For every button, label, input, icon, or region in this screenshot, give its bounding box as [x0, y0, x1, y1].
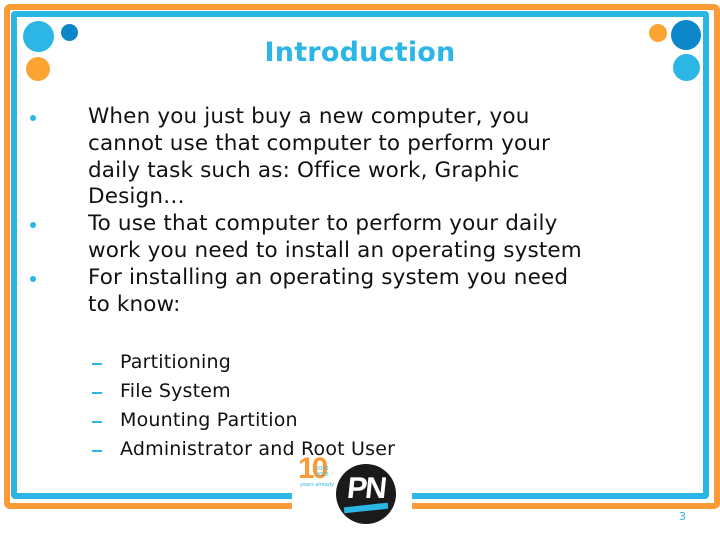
bullet-line: to know:	[88, 291, 181, 317]
bullet-line: Design…	[88, 184, 185, 210]
bullet-item: When you just buy a new computer, you ca…	[30, 104, 670, 211]
sub-bullet-item: File System	[90, 377, 395, 406]
sub-bullet-item: Partitioning	[90, 348, 395, 377]
sub-bullet-text: Administrator and Root User	[120, 438, 396, 460]
bullet-list: When you just buy a new computer, you ca…	[30, 104, 670, 318]
bullet-line: cannot use that computer to perform your	[88, 130, 551, 156]
dash-icon	[92, 450, 102, 452]
bullet-dot-icon	[30, 115, 36, 121]
anniversary-year-end: 2015	[316, 472, 329, 478]
bullet-dot-icon	[30, 222, 36, 229]
pn-logo: PN	[336, 464, 396, 524]
slide-title: Introduction	[264, 37, 456, 68]
pn-logo-text: PN	[345, 472, 387, 505]
sub-bullet-list: Partitioning File System Mounting Partit…	[90, 348, 395, 464]
bullet-item: For installing an operating system you n…	[30, 265, 670, 319]
bullet-item: To use that computer to perform your dai…	[30, 211, 670, 265]
dash-icon	[92, 363, 102, 365]
bullet-line: work you need to install an operating sy…	[88, 237, 582, 263]
bullet-line: To use that computer to perform your dai…	[88, 211, 558, 237]
anniversary-caption: years already	[300, 482, 335, 488]
page-number: 3	[679, 510, 686, 523]
bullet-line: When you just buy a new computer, you	[88, 104, 530, 129]
bullet-line: daily task such as: Office work, Graphic	[88, 157, 520, 183]
anniversary-years: 2005 2015	[316, 466, 329, 478]
dash-icon	[92, 392, 102, 394]
bullet-line: For installing an operating system you n…	[88, 264, 569, 290]
sub-bullet-item: Administrator and Root User	[90, 435, 395, 464]
sub-bullet-item: Mounting Partition	[90, 406, 395, 435]
sub-bullet-text: Partitioning	[120, 351, 231, 373]
sub-bullet-text: Mounting Partition	[120, 409, 298, 431]
sub-bullet-text: File System	[120, 380, 231, 402]
dash-icon	[92, 421, 102, 423]
bullet-dot-icon	[30, 275, 36, 282]
